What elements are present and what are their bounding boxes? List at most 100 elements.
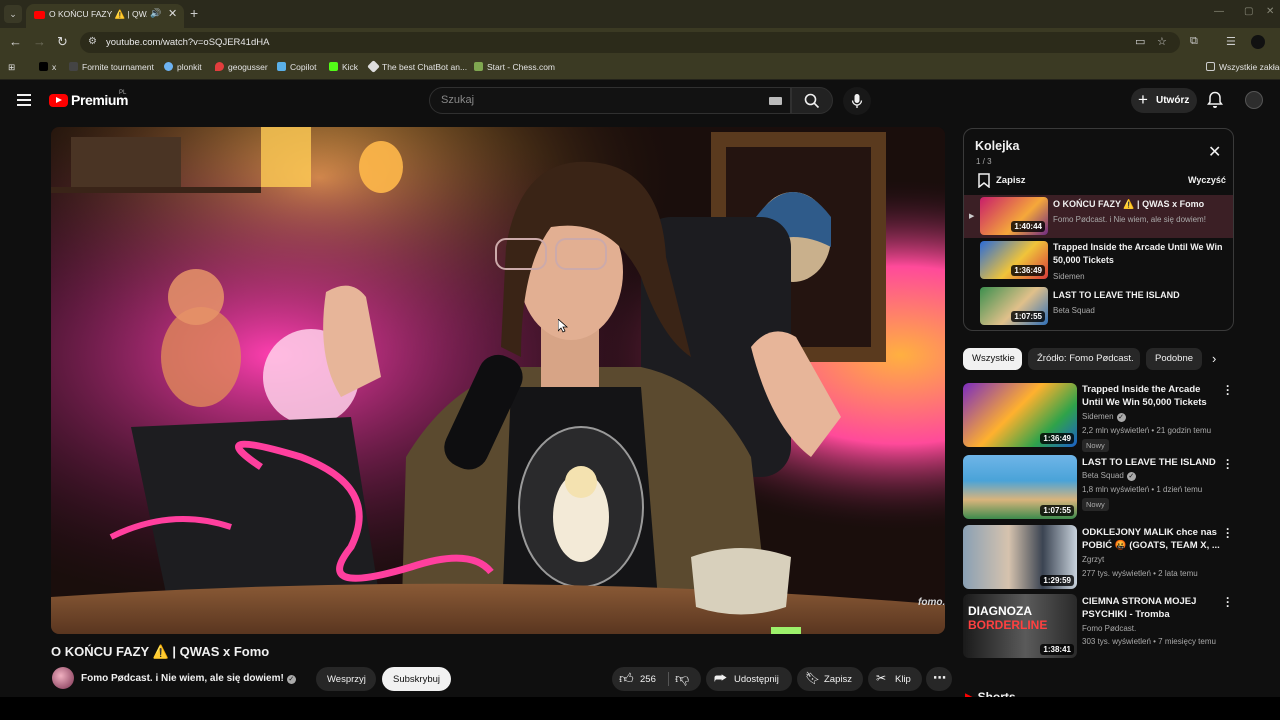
microphone-icon	[851, 94, 863, 108]
tab-close-icon[interactable]: ✕	[168, 7, 177, 20]
reading-list-icon[interactable]: ☰	[1226, 35, 1236, 48]
bookmark-copilot[interactable]: Copilot	[277, 62, 316, 72]
recommendation-title[interactable]: CIEMNA STRONA MOJEJ PSYCHIKI - Tromba	[1082, 595, 1222, 621]
browser-tab-active[interactable]: O KOŃCU FAZY ⚠️ | QWAS 🔊 ✕	[26, 4, 184, 28]
bookmark-chess[interactable]: Start - Chess.com	[474, 62, 555, 72]
new-tab-button[interactable]: +	[190, 5, 198, 21]
bookmark-fortnite[interactable]: Fornite tournament	[69, 62, 154, 72]
account-avatar[interactable]	[1245, 91, 1263, 109]
recommendation-meta: 2,2 mln wyświetleń • 21 godzin temu	[1082, 426, 1212, 435]
copilot-icon	[277, 62, 286, 71]
more-vertical-icon[interactable]: · · ·	[1226, 380, 1232, 400]
queue-item-channel: Sidemen	[1053, 272, 1085, 281]
recommendation-thumbnail[interactable]: DIAGNOZA BORDERLINE 1:38:41	[963, 594, 1077, 658]
recommendation-thumbnail[interactable]: 1:36:49	[963, 383, 1077, 447]
recommendation-title[interactable]: ODKLEJONY MALIK chce nas POBIĆ 🤬 (GOATS,…	[1082, 526, 1222, 552]
queue-item-channel: Fomo Pødcast. i Nie wiem, ale się dowiem…	[1053, 215, 1206, 224]
recommendation-channel[interactable]: Sidemen ✓	[1082, 412, 1126, 422]
address-bar[interactable]: ⚙ youtube.com/watch?v=oSQJER41dHA	[80, 32, 1180, 53]
speaker-icon[interactable]: 🔊	[150, 8, 161, 19]
save-button[interactable]: 🔖︎ Zapisz	[797, 667, 863, 691]
extensions-icon[interactable]: ⧉	[1190, 35, 1198, 48]
recommendation-title[interactable]: LAST TO LEAVE THE ISLAND	[1082, 456, 1222, 469]
bookmark-icon: 🔖︎	[805, 671, 821, 685]
create-button[interactable]: + Utwórz	[1131, 88, 1197, 113]
maximize-icon[interactable]: ▢	[1244, 6, 1253, 17]
duration-badge: 1:36:49	[1040, 433, 1074, 444]
apps-grid-icon[interactable]: ⊞	[8, 62, 15, 73]
more-horizontal-icon: ⋯	[933, 670, 946, 685]
queue-close-icon[interactable]: ✕	[1208, 142, 1221, 162]
video-player[interactable]	[51, 127, 945, 634]
more-actions-button[interactable]: ⋯	[926, 667, 952, 691]
bookmark-plonkit[interactable]: plonkit	[164, 62, 202, 72]
pin-icon	[215, 62, 224, 71]
minimize-icon[interactable]: —	[1214, 6, 1224, 17]
queue-save-button[interactable]: Zapisz	[996, 175, 1026, 186]
fortnite-icon	[69, 62, 78, 71]
queue-item-title[interactable]: LAST TO LEAVE THE ISLAND	[1053, 289, 1223, 302]
plus-icon: +	[1138, 90, 1148, 109]
country-code: PL	[119, 90, 127, 96]
subscribe-button[interactable]: Subskrybuj	[382, 667, 451, 691]
menu-icon[interactable]	[17, 94, 31, 106]
all-bookmarks-folder[interactable]: Wszystkie zakładki	[1206, 62, 1280, 72]
new-badge: Nowy	[1082, 498, 1109, 511]
share-button[interactable]: ⮫ Udostępnij	[706, 667, 792, 691]
bookmark-kick[interactable]: Kick	[329, 62, 358, 72]
site-info-icon[interactable]: ⚙	[88, 36, 97, 47]
back-icon[interactable]: ←	[9, 34, 22, 49]
recommendation-channel[interactable]: Fomo Pødcast.	[1082, 624, 1136, 633]
queue-thumbnail[interactable]: 1:36:49	[980, 241, 1048, 279]
queue-clear-button[interactable]: Wyczyść	[1188, 175, 1226, 185]
clip-button[interactable]: ✂ Klip	[868, 667, 922, 691]
recommendation-title[interactable]: Trapped Inside the Arcade Until We Win 5…	[1082, 383, 1222, 409]
search-button[interactable]	[791, 87, 833, 114]
channel-name[interactable]: Fomo Pødcast. i Nie wiem, ale się dowiem…	[81, 673, 296, 684]
chip-all[interactable]: Wszystkie	[963, 348, 1022, 370]
recommendation-channel[interactable]: Beta Squad ✓	[1082, 471, 1136, 481]
close-window-icon[interactable]: ✕	[1266, 6, 1274, 17]
bookmark-chatbot[interactable]: The best ChatBot an...	[367, 60, 467, 73]
thumbs-down-icon[interactable]: 👎︎	[675, 670, 689, 687]
queue-save-icon[interactable]	[978, 173, 990, 193]
support-button[interactable]: Wesprzyj	[316, 667, 376, 691]
reload-icon[interactable]: ↻	[57, 34, 68, 50]
more-vertical-icon[interactable]: · · ·	[1226, 592, 1232, 612]
tab-search-button[interactable]: ⌄	[4, 5, 22, 23]
chips-next-icon[interactable]: ›	[1212, 351, 1216, 366]
queue-item-title[interactable]: Trapped Inside the Arcade Until We Win 5…	[1053, 241, 1223, 267]
create-label: Utwórz	[1156, 95, 1190, 106]
recommendation-thumbnail[interactable]: 1:07:55	[963, 455, 1077, 519]
forward-icon[interactable]: →	[33, 34, 46, 49]
more-vertical-icon[interactable]: · · ·	[1226, 454, 1232, 474]
channel-avatar[interactable]	[52, 667, 74, 689]
queue-thumbnail[interactable]: 1:40:44	[980, 197, 1048, 235]
chip-from-channel[interactable]: Źródło: Fomo Pødcast.	[1028, 348, 1140, 370]
like-dislike-group: 👍︎ 256 👎︎	[612, 667, 701, 691]
recommendation-thumbnail[interactable]: 1:29:59	[963, 525, 1077, 589]
queue-thumbnail[interactable]: 1:07:55	[980, 287, 1048, 325]
recommendation-channel[interactable]: Zgrzyt	[1082, 555, 1104, 564]
duration-badge: 1:29:59	[1040, 575, 1074, 586]
duration-badge: 1:40:44	[1011, 221, 1045, 232]
thumbs-up-icon[interactable]: 👍︎	[619, 670, 634, 687]
bookmark-x[interactable]: x	[39, 62, 56, 72]
like-count[interactable]: 256	[640, 674, 656, 685]
queue-position: 1 / 3	[976, 157, 992, 166]
notifications-bell-icon[interactable]	[1207, 91, 1223, 114]
voice-search-button[interactable]	[843, 87, 871, 115]
duration-badge: 1:07:55	[1040, 505, 1074, 516]
cast-icon[interactable]: ▭	[1135, 35, 1145, 48]
more-vertical-icon[interactable]: · · ·	[1226, 523, 1232, 543]
profile-avatar[interactable]	[1251, 35, 1265, 49]
queue-item-title[interactable]: O KOŃCU FAZY ⚠️ | QWAS x Fomo	[1053, 198, 1223, 211]
keyboard-icon[interactable]	[769, 97, 782, 105]
search-input[interactable]: Szukaj	[429, 87, 791, 114]
bookmark-star-icon[interactable]: ☆	[1157, 35, 1167, 48]
search-icon	[804, 93, 820, 109]
address-url[interactable]: youtube.com/watch?v=oSQJER41dHA	[106, 37, 269, 48]
bookmark-geogusser[interactable]: geogusser	[215, 62, 268, 72]
chip-related[interactable]: Podobne	[1146, 348, 1202, 370]
youtube-logo-icon[interactable]	[49, 94, 68, 107]
